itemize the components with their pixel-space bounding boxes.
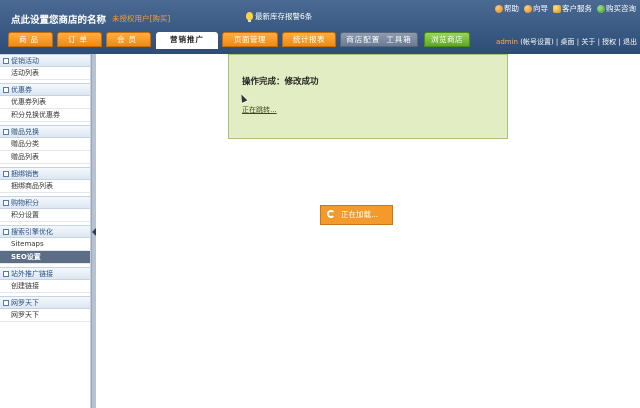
success-message-box: 操作完成：修改成功 正在跳转... — [228, 54, 508, 139]
shop-title[interactable]: 点此设置您商店的名称 — [11, 12, 106, 26]
sidebar-item-seo-settings[interactable]: SEO设置 — [0, 251, 90, 264]
sidebar-group-wangluo: 网罗天下 网罗天下 — [0, 296, 90, 322]
stock-alert-text: 最新库存报警6条 — [255, 12, 313, 21]
guide-icon — [524, 4, 532, 13]
sidebar-item-bundle-list[interactable]: 捆绑商品列表 — [0, 180, 90, 193]
guide-link[interactable]: 向导 — [524, 3, 548, 14]
tab-members[interactable]: 会员 — [106, 32, 151, 47]
about-link[interactable]: 关于 — [581, 38, 595, 46]
top-links: 帮助 向导 客户服务 购买咨询 — [495, 3, 636, 14]
tab-orders[interactable]: 订单 — [57, 32, 102, 47]
help-link[interactable]: 帮助 — [495, 3, 519, 14]
main-content: 操作完成：修改成功 正在跳转... 正在加载... — [96, 54, 640, 408]
mouse-cursor-icon — [237, 91, 249, 105]
bulb-icon — [246, 12, 253, 22]
header: 点此设置您商店的名称 未授权用户[购买] 最新库存报警6条 帮助 向导 客户服务… — [0, 0, 640, 54]
collapse-box-icon — [3, 171, 9, 177]
sidebar-item-points-coupon[interactable]: 积分兑换优惠券 — [0, 109, 90, 122]
redirect-link[interactable]: 正在跳转... — [242, 105, 277, 115]
sidebar-item-wangluo[interactable]: 网罗天下 — [0, 309, 90, 322]
tab-page-management[interactable]: 页面管理 — [222, 32, 278, 47]
admin-links: admin (帐号设置) | 桌面 | 关于 | 授权 | 退出 — [496, 38, 637, 46]
logout-link[interactable]: 退出 — [623, 38, 637, 46]
sidebar-group-coupons: 优惠券 优惠券列表 积分兑换优惠券 — [0, 83, 90, 122]
unauthorized-user-link[interactable]: 未授权用户[购买] — [112, 13, 170, 24]
sidebar-group-bundles: 捆绑销售 捆绑商品列表 — [0, 167, 90, 193]
sidebar: 促销活动 活动列表 优惠券 优惠券列表 积分兑换优惠券 赠品兑换 赠品分类 赠品… — [0, 54, 91, 408]
sidebar-group-gifts: 赠品兑换 赠品分类 赠品列表 — [0, 125, 90, 164]
purchase-consult-icon — [597, 4, 605, 13]
help-icon — [495, 4, 503, 13]
sidebar-group-header[interactable]: 站外推广链接 — [0, 267, 90, 280]
sidebar-item-activity-list[interactable]: 活动列表 — [0, 67, 90, 80]
customer-service-link[interactable]: 客户服务 — [553, 3, 592, 14]
sidebar-group-header[interactable]: 搜索引擎优化 — [0, 225, 90, 238]
sidebar-item-sitemaps[interactable]: Sitemaps — [0, 238, 90, 251]
loading-indicator: 正在加载... — [320, 205, 393, 225]
sidebar-group-header[interactable]: 网罗天下 — [0, 296, 90, 309]
message-title: 操作完成：修改成功 — [242, 77, 319, 87]
store-config-button[interactable]: 商店配置 — [346, 35, 380, 44]
collapse-box-icon — [3, 200, 9, 206]
account-settings-link[interactable]: (帐号设置) — [520, 38, 553, 46]
loading-text: 正在加载... — [341, 210, 379, 219]
tab-marketing[interactable]: 营销推广 — [156, 32, 218, 49]
collapse-box-icon — [3, 129, 9, 135]
sidebar-item-create-link[interactable]: 创建链接 — [0, 280, 90, 293]
tab-goods[interactable]: 商品 — [8, 32, 53, 47]
admin-user[interactable]: admin — [496, 38, 518, 46]
sidebar-group-header[interactable]: 促销活动 — [0, 54, 90, 67]
customer-service-icon — [553, 4, 561, 13]
tab-statistics[interactable]: 统计报表 — [282, 32, 336, 47]
sidebar-item-points-settings[interactable]: 积分设置 — [0, 209, 90, 222]
sidebar-item-gift-list[interactable]: 赠品列表 — [0, 151, 90, 164]
browse-store-button[interactable]: 浏览商店 — [424, 32, 470, 47]
sidebar-item-coupon-list[interactable]: 优惠券列表 — [0, 96, 90, 109]
collapse-box-icon — [3, 58, 9, 64]
sidebar-group-seo: 搜索引擎优化 Sitemaps SEO设置 — [0, 225, 90, 264]
sidebar-group-header[interactable]: 赠品兑换 — [0, 125, 90, 138]
config-toolbox-group: 商店配置 工具箱 — [340, 32, 418, 47]
sidebar-item-gift-category[interactable]: 赠品分类 — [0, 138, 90, 151]
desktop-link[interactable]: 桌面 — [561, 38, 575, 46]
sidebar-group-header[interactable]: 捆绑销售 — [0, 167, 90, 180]
license-link[interactable]: 授权 — [602, 38, 616, 46]
sidebar-group-header[interactable]: 优惠券 — [0, 83, 90, 96]
stock-alert[interactable]: 最新库存报警6条 — [246, 11, 312, 22]
spinner-icon — [327, 210, 335, 218]
collapse-box-icon — [3, 87, 9, 93]
sidebar-group-header[interactable]: 购物积分 — [0, 196, 90, 209]
toolbox-button[interactable]: 工具箱 — [386, 35, 412, 44]
collapse-box-icon — [3, 271, 9, 277]
sidebar-group-points: 购物积分 积分设置 — [0, 196, 90, 222]
purchase-consult-link[interactable]: 购买咨询 — [597, 3, 636, 14]
collapse-box-icon — [3, 300, 9, 306]
collapse-box-icon — [3, 229, 9, 235]
sidebar-group-promotions: 促销活动 活动列表 — [0, 54, 90, 80]
sidebar-group-external-links: 站外推广链接 创建链接 — [0, 267, 90, 293]
